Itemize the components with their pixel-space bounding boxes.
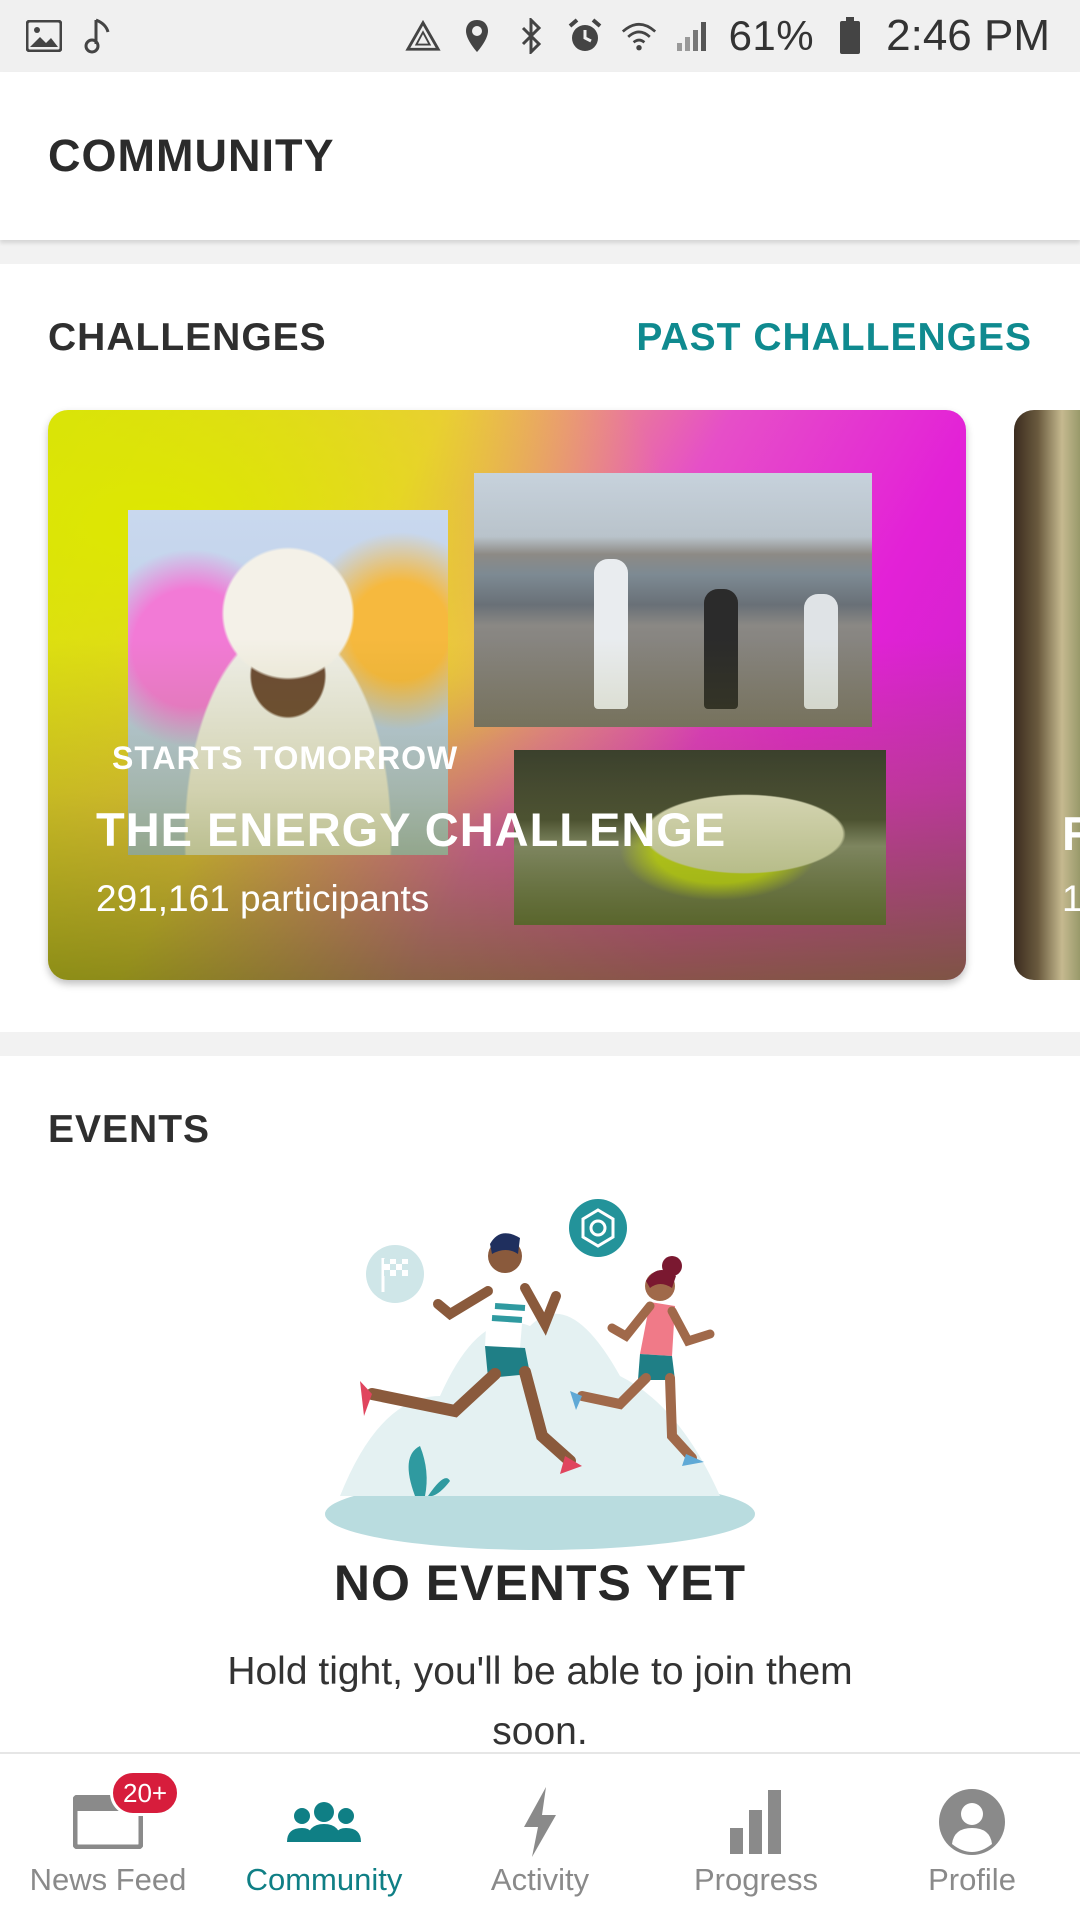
status-bar: 61% 2:46 PM bbox=[0, 0, 1080, 72]
nav-item-profile[interactable]: Profile bbox=[864, 1754, 1080, 1920]
events-section: EVENTS NO EVENTS YET Hold tight, you'll … bbox=[0, 1056, 1080, 1756]
challenge-name: THE ENERGY CHALLENGE bbox=[96, 803, 727, 856]
nav-label: Progress bbox=[693, 1862, 819, 1897]
challenges-title: CHALLENGES bbox=[48, 316, 327, 359]
wifi-icon bbox=[621, 18, 657, 54]
nav-label: Profile bbox=[928, 1862, 1016, 1897]
challenge-photo-runners bbox=[474, 473, 872, 727]
nav-item-progress[interactable]: Progress bbox=[648, 1754, 864, 1920]
runner-figure bbox=[804, 594, 838, 709]
nav-item-activity[interactable]: Activity bbox=[432, 1754, 648, 1920]
bluetooth-icon bbox=[513, 18, 549, 54]
location-icon bbox=[459, 18, 495, 54]
nav-label: Activity bbox=[490, 1862, 590, 1897]
status-bar-left bbox=[26, 18, 116, 54]
image-icon bbox=[26, 18, 62, 54]
runner-figure bbox=[704, 589, 738, 709]
challenge-participants: 1 bbox=[1062, 878, 1080, 919]
nav-item-community[interactable]: Community bbox=[216, 1754, 432, 1920]
nav-label: News Feed bbox=[29, 1862, 187, 1897]
clock: 2:46 PM bbox=[886, 11, 1050, 60]
nav-label: Community bbox=[245, 1862, 403, 1897]
challenge-card[interactable]: STARTS TOMORROW THE ENERGY CHALLENGE 291… bbox=[48, 410, 966, 980]
empty-state-message: Hold tight, you'll be able to join them … bbox=[227, 1650, 853, 1753]
battery-percent: 61% bbox=[728, 12, 815, 59]
page-title: COMMUNITY bbox=[48, 130, 335, 181]
alarm-icon bbox=[567, 18, 603, 54]
challenge-card-next[interactable]: R 1 bbox=[1014, 410, 1080, 980]
bottom-navigation: 20+ News Feed Community Activity Progres… bbox=[0, 1752, 1080, 1920]
notification-badge: 20+ bbox=[110, 1770, 181, 1816]
empty-state-title: NO EVENTS YET bbox=[333, 1555, 747, 1611]
runner-figure bbox=[594, 559, 628, 709]
app-bar: COMMUNITY bbox=[0, 72, 1080, 240]
status-bar-right: 61% 2:46 PM bbox=[404, 11, 1050, 61]
runners-illustration bbox=[325, 1199, 755, 1550]
bar-chart-icon bbox=[716, 1782, 796, 1862]
community-icon bbox=[284, 1782, 364, 1862]
profile-icon bbox=[932, 1782, 1012, 1862]
nav-item-news-feed[interactable]: 20+ News Feed bbox=[0, 1754, 216, 1920]
app-screen: 61% 2:46 PM COMMUNITY CHALLENGES PAST CH… bbox=[0, 0, 1080, 1920]
events-title: EVENTS bbox=[48, 1108, 211, 1151]
music-note-icon bbox=[80, 18, 116, 54]
recycle-icon bbox=[404, 18, 441, 54]
challenges-section: CHALLENGES PAST CHALLENGES STARTS TOMORR… bbox=[0, 264, 1080, 1032]
bolt-icon bbox=[500, 1782, 580, 1862]
battery-icon bbox=[832, 17, 868, 54]
challenge-name: R bbox=[1062, 807, 1080, 860]
challenge-status: STARTS TOMORROW bbox=[112, 740, 459, 776]
past-challenges-link[interactable]: PAST CHALLENGES bbox=[636, 316, 1032, 360]
signal-icon bbox=[675, 18, 711, 54]
challenge-participants: 291,161 participants bbox=[96, 878, 430, 919]
